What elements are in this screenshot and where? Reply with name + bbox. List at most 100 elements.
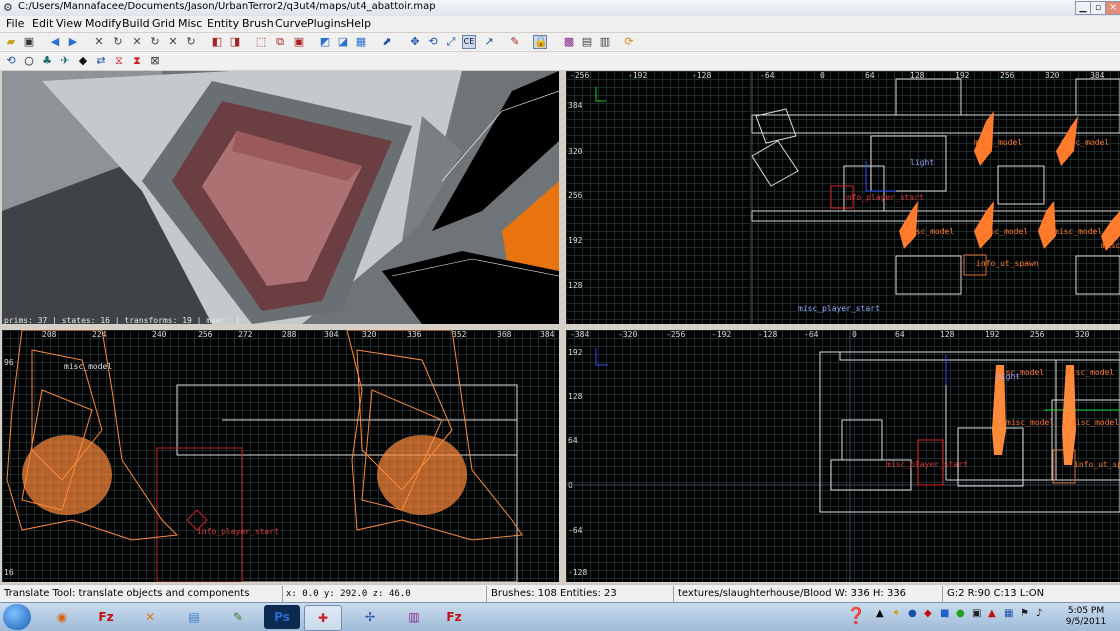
taskbar-filezilla2-icon[interactable]: Fz xyxy=(436,605,472,629)
tray-icon[interactable]: ✦ xyxy=(892,608,900,619)
status-texture: textures/slaughterhouse/Blood W: 336 H: … xyxy=(678,588,907,599)
rotate-x-icon[interactable]: ↻ xyxy=(111,35,125,49)
tray-icon[interactable]: ● xyxy=(956,608,965,619)
menu-plugins[interactable]: Plugins xyxy=(307,17,346,30)
tray-icon[interactable]: ■ xyxy=(940,608,949,619)
entity-label: misc_model xyxy=(1054,227,1103,236)
car-icon[interactable]: ◆ xyxy=(76,54,90,68)
view-yz-icon[interactable]: ▦ xyxy=(354,35,368,49)
bird-icon[interactable]: ✈ xyxy=(58,54,72,68)
yz-viewport[interactable]: 208 224 240 256 272 288 304 320 336 352 … xyxy=(2,330,559,582)
scale-icon[interactable]: ⤢ xyxy=(444,35,458,49)
menu-misc[interactable]: Misc xyxy=(178,17,202,30)
app-icon: ⚙ xyxy=(3,1,13,14)
clock[interactable]: 5:05 PM 9/5/2011 xyxy=(1060,606,1112,628)
mirror-y-icon[interactable]: ⧗ xyxy=(130,54,144,68)
menu-grid[interactable]: Grid xyxy=(152,17,175,30)
taskbar-notepad-icon[interactable]: ✎ xyxy=(220,605,256,629)
tray-icon[interactable]: ▲ xyxy=(876,608,884,619)
menu-view[interactable]: View xyxy=(56,17,82,30)
entity-label: misc_model xyxy=(906,227,955,236)
menu-modify[interactable]: Modify xyxy=(85,17,121,30)
tray-icon[interactable]: ▣ xyxy=(972,608,981,619)
menu-entity[interactable]: Entity xyxy=(207,17,239,30)
taskbar-filezilla-icon[interactable]: Fz xyxy=(88,605,124,629)
taskbar-tools-icon[interactable]: ✕ xyxy=(132,605,168,629)
help-icon[interactable]: ❓ xyxy=(846,606,866,625)
window-title: C:/Users/Mannafacee/Documents/Jason/Urba… xyxy=(18,1,436,12)
save-icon[interactable]: ▣ xyxy=(22,35,36,49)
rotate-z-icon[interactable]: ↻ xyxy=(184,35,198,49)
filter-icon[interactable]: ▤ xyxy=(580,35,594,49)
taskbar-photoshop-icon[interactable]: Ps xyxy=(264,605,300,629)
taskbar: ◉ Fz ✕ ▤ ✎ Ps ✚ ✢ ▥ Fz ❓ ▲ ✦ ● ◆ ■ ● ▣ ▲… xyxy=(0,602,1120,631)
menu-edit[interactable]: Edit xyxy=(32,17,53,30)
rotate-y-icon[interactable]: ↻ xyxy=(148,35,162,49)
camera-viewport[interactable]: prims: 37 | states: 16 | transforms: 19 … xyxy=(2,71,559,324)
tray-icon[interactable]: ◆ xyxy=(924,608,932,619)
select-inside-icon[interactable]: ⧉ xyxy=(273,35,287,49)
taskbar-radiant-icon[interactable]: ✚ xyxy=(304,605,342,631)
menu-brush[interactable]: Brush xyxy=(242,17,274,30)
secondary-toolbar: ⟲ ○ ♣ ✈ ◆ ⇄ ⧖ ⧗ ⊠ xyxy=(0,52,1120,70)
menu-build[interactable]: Build xyxy=(122,17,150,30)
status-coords: x: 0.0 y: 292.0 z: 46.0 xyxy=(286,589,411,599)
flip-z-icon[interactable]: ✕ xyxy=(166,35,180,49)
status-tool: Translate Tool: translate objects and co… xyxy=(4,588,250,599)
flip-x-icon[interactable]: ✕ xyxy=(92,35,106,49)
select-complete-icon[interactable]: ⬚ xyxy=(254,35,268,49)
drag-icon[interactable]: ↗ xyxy=(482,35,496,49)
tray-icon[interactable]: ▲ xyxy=(988,608,996,619)
entity-label: misc_model xyxy=(1066,368,1115,377)
network-icon[interactable]: ▦ xyxy=(1004,608,1013,619)
taskbar-explorer-icon[interactable]: ▤ xyxy=(176,605,212,629)
taskbar-q3-icon[interactable]: ✢ xyxy=(352,605,388,629)
close-button[interactable]: ✕ xyxy=(1105,1,1120,15)
rotate-icon[interactable]: ⟲ xyxy=(426,35,440,49)
flip-y-icon[interactable]: ✕ xyxy=(130,35,144,49)
xz-viewport[interactable]: -384 -320 -256 -192 -128 -64 0 64 128 19… xyxy=(566,330,1120,582)
maximize-button[interactable]: ▫ xyxy=(1090,1,1106,15)
menu-curve[interactable]: Curve xyxy=(275,17,307,30)
patch-icon[interactable]: ✎ xyxy=(508,35,522,49)
tree-icon[interactable]: ♣ xyxy=(40,54,54,68)
arrows-icon[interactable]: ⇄ xyxy=(94,54,108,68)
select-touching-icon[interactable]: ▣ xyxy=(292,35,306,49)
translate-icon[interactable]: ✥ xyxy=(408,35,422,49)
clock-date: 9/5/2011 xyxy=(1065,617,1107,627)
lock-icon[interactable]: 🔒 xyxy=(533,35,548,49)
menu-help[interactable]: Help xyxy=(346,17,371,30)
mirror-icon[interactable]: ⧖ xyxy=(112,54,126,68)
open-icon[interactable]: ▰ xyxy=(4,35,18,49)
volume-icon[interactable]: ♪ xyxy=(1036,608,1042,619)
flag-icon[interactable]: ⚑ xyxy=(1020,608,1029,619)
entity-list-icon[interactable]: ▥ xyxy=(598,35,612,49)
clipper-icon[interactable]: CE xyxy=(462,35,476,49)
minimize-button[interactable]: ▁ xyxy=(1075,1,1091,15)
title-bar: ⚙ C:/Users/Mannafacee/Documents/Jason/Ur… xyxy=(0,0,1120,17)
menu-file[interactable]: File xyxy=(6,17,24,30)
xy-viewport[interactable]: -256 -192 -128 -64 0 64 128 192 256 320 … xyxy=(566,71,1120,324)
hollow-icon[interactable]: ◧ xyxy=(210,35,224,49)
csg-subtract-icon[interactable]: ◨ xyxy=(228,35,242,49)
menu-bar: File Edit View Modify Build Grid Misc En… xyxy=(0,16,1120,32)
undo-icon[interactable]: ◀ xyxy=(48,35,62,49)
circle-icon[interactable]: ○ xyxy=(22,54,36,68)
shader-icon[interactable]: ▩ xyxy=(562,35,576,49)
view-xy-icon[interactable]: ◩ xyxy=(318,35,332,49)
tray-icon[interactable]: ● xyxy=(908,608,917,619)
disable-icon[interactable]: ⊠ xyxy=(148,54,162,68)
texture-lock-icon[interactable]: ⬈ xyxy=(380,35,394,49)
view-xz-icon[interactable]: ◪ xyxy=(336,35,350,49)
start-button[interactable] xyxy=(3,604,31,630)
entity-label: misc_model xyxy=(980,227,1029,236)
redo-icon[interactable]: ▶ xyxy=(66,35,80,49)
taskbar-firefox-icon[interactable]: ◉ xyxy=(44,605,80,629)
taskbar-winrar-icon[interactable]: ▥ xyxy=(396,605,432,629)
cycle-icon[interactable]: ⟲ xyxy=(4,54,18,68)
clock-time: 5:05 PM xyxy=(1067,606,1105,616)
entity-label: misc_model xyxy=(1061,138,1110,147)
entity-label: misc_player_start xyxy=(798,304,880,313)
refresh-icon[interactable]: ⟳ xyxy=(622,35,636,49)
entity-label: info_ut_spawn xyxy=(976,259,1039,268)
